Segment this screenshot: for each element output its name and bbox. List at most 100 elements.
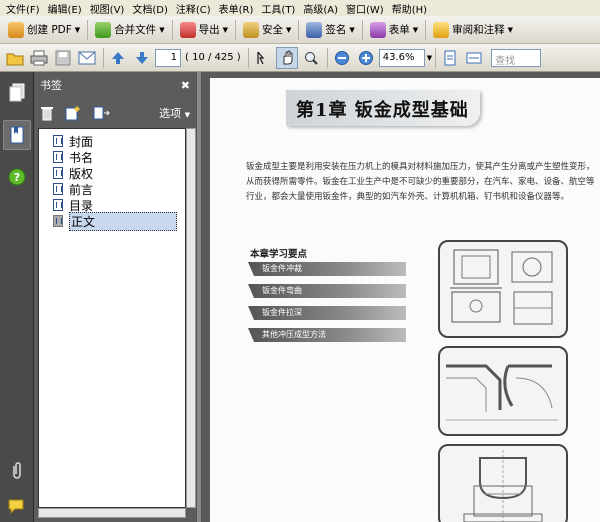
bending-drawing (446, 364, 558, 421)
page-number-input[interactable]: 1 (155, 48, 181, 67)
toolbar-divider (87, 19, 89, 40)
menu-tools[interactable]: 工具(T) (257, 1, 299, 16)
bookmark-page-icon (53, 183, 63, 195)
chevron-down-icon: ▼ (74, 25, 81, 34)
arrow-down-icon (136, 51, 148, 64)
bookmark-icon (10, 126, 24, 144)
select-tool-button[interactable] (252, 47, 274, 69)
toolbar-divider (361, 19, 363, 40)
svg-text:?: ? (14, 171, 20, 184)
bookmark-label: 前言 (69, 182, 94, 197)
bookmark-page-icon (53, 215, 63, 227)
zoom-level-select[interactable]: 43.6% (378, 48, 425, 67)
expand-bookmark-icon[interactable] (92, 105, 110, 121)
zoom-in-button[interactable] (355, 47, 377, 69)
security-label: 安全 (261, 24, 283, 36)
delete-bookmark-icon[interactable] (40, 105, 54, 121)
bookmark-page-icon (53, 151, 63, 163)
comment-icon (433, 21, 450, 38)
bookmark-page-icon (53, 167, 63, 179)
menu-view[interactable]: 视图(V) (86, 1, 129, 16)
forms-button[interactable]: 表单 ▼ (366, 19, 422, 41)
combine-files-label: 合并文件 (114, 24, 157, 36)
create-pdf-label: 创建 PDF (27, 24, 72, 36)
help-button[interactable]: ? (3, 162, 31, 192)
bookmark-item[interactable]: 版权 (39, 165, 185, 181)
chevron-down-icon: ▼ (412, 25, 419, 34)
chevron-down-icon[interactable]: ▼ (427, 54, 432, 62)
page-total-label: ( 10 / 425 ) (185, 52, 241, 63)
printer-icon (30, 50, 48, 65)
bookmark-item-selected[interactable]: 正文 (39, 211, 185, 231)
menu-document[interactable]: 文档(D) (128, 1, 172, 16)
fit-page-icon (444, 50, 456, 65)
pages-panel-button[interactable] (3, 78, 31, 108)
toolbar-divider (326, 47, 328, 68)
chevron-down-icon: ▼ (184, 111, 190, 119)
print-button[interactable] (28, 47, 50, 69)
new-bookmark-icon[interactable] (64, 105, 82, 121)
chevron-down-icon: ▼ (285, 25, 292, 34)
learning-point: 其他冲压成型方法 (248, 328, 406, 342)
open-button[interactable] (4, 47, 26, 69)
learning-point: 钣金件冲裁 (248, 262, 406, 276)
arrow-up-icon (112, 51, 124, 64)
menu-forms[interactable]: 表单(R) (215, 1, 258, 16)
bending-drawing-figure (438, 346, 568, 436)
bookmark-item[interactable]: 书名 (39, 149, 185, 165)
menu-window[interactable]: 窗口(W) (342, 1, 388, 16)
fit-width-icon (466, 52, 482, 63)
hand-tool-button[interactable] (275, 46, 298, 69)
search-input[interactable]: 查找 (491, 48, 542, 67)
menu-bar: 文件(F) 编辑(E) 视图(V) 文档(D) 注释(C) 表单(R) 工具(T… (0, 0, 600, 16)
document-viewer[interactable]: 第1章 钣金成型基础 钣金成型主要是利用安装在压力机上的模具对材料施加压力，使其… (202, 72, 600, 522)
close-icon[interactable]: ✖ (181, 79, 190, 92)
toolbar-divider (247, 47, 249, 68)
text-cursor-icon (257, 51, 265, 64)
help-icon: ? (8, 168, 26, 186)
review-comment-button[interactable]: 审阅和注释 ▼ (429, 19, 517, 41)
menu-edit[interactable]: 编辑(E) (44, 1, 86, 16)
pdf-page: 第1章 钣金成型基础 钣金成型主要是利用安装在压力机上的模具对材料施加压力，使其… (210, 78, 600, 522)
menu-comments[interactable]: 注释(C) (172, 1, 215, 16)
hand-icon (283, 50, 293, 64)
fit-width-button[interactable] (463, 47, 485, 69)
bookmark-vertical-scrollbar[interactable] (186, 128, 196, 508)
review-comment-label: 审阅和注释 (452, 24, 505, 36)
bookmark-item[interactable]: 封面 (39, 133, 185, 149)
sign-label: 签名 (325, 24, 347, 36)
previous-page-button[interactable] (107, 47, 129, 69)
comments-button[interactable] (3, 492, 31, 522)
menu-file[interactable]: 文件(F) (2, 1, 44, 16)
bookmark-page-icon (53, 199, 63, 211)
bookmarks-panel-button[interactable] (3, 120, 31, 150)
attachments-button[interactable] (3, 456, 31, 486)
comment-bubble-icon (8, 499, 24, 515)
save-button[interactable] (52, 47, 74, 69)
acrobat-window: 文件(F) 编辑(E) 视图(V) 文档(D) 注释(C) 表单(R) 工具(T… (0, 0, 600, 522)
options-menu[interactable]: 选项 ▼ (159, 105, 190, 121)
export-button[interactable]: 导出 ▼ (176, 19, 232, 41)
options-label: 选项 (159, 107, 182, 120)
forms-label: 表单 (388, 24, 410, 36)
bookmark-item[interactable]: 前言 (39, 181, 185, 197)
drawing-die-figure (438, 444, 568, 522)
zoom-tool-button[interactable] (300, 47, 322, 69)
bookmarks-toolbar: 选项 ▼ (34, 98, 196, 128)
create-pdf-button[interactable]: 创建 PDF ▼ (4, 19, 84, 41)
bookmark-label: 正文 (69, 211, 177, 231)
zoom-out-button[interactable] (331, 47, 353, 69)
next-page-button[interactable] (131, 47, 153, 69)
toolbar-divider (425, 19, 427, 40)
fit-page-button[interactable] (439, 47, 461, 69)
task-toolbar: 创建 PDF ▼ 合并文件 ▼ 导出 ▼ 安全 ▼ 签名 ▼ 表单 ▼ 审阅和注… (0, 16, 600, 44)
combine-files-button[interactable]: 合并文件 ▼ (91, 19, 168, 41)
menu-help[interactable]: 帮助(H) (388, 1, 431, 16)
menu-advanced[interactable]: 高级(A) (299, 1, 342, 16)
chevron-down-icon: ▼ (349, 25, 355, 34)
security-button[interactable]: 安全 ▼ (239, 19, 295, 41)
bookmark-horizontal-scrollbar[interactable] (38, 508, 186, 518)
sign-button[interactable]: 签名 ▼ (302, 19, 358, 41)
chevron-down-icon: ▼ (159, 25, 165, 34)
email-button[interactable] (76, 47, 98, 69)
